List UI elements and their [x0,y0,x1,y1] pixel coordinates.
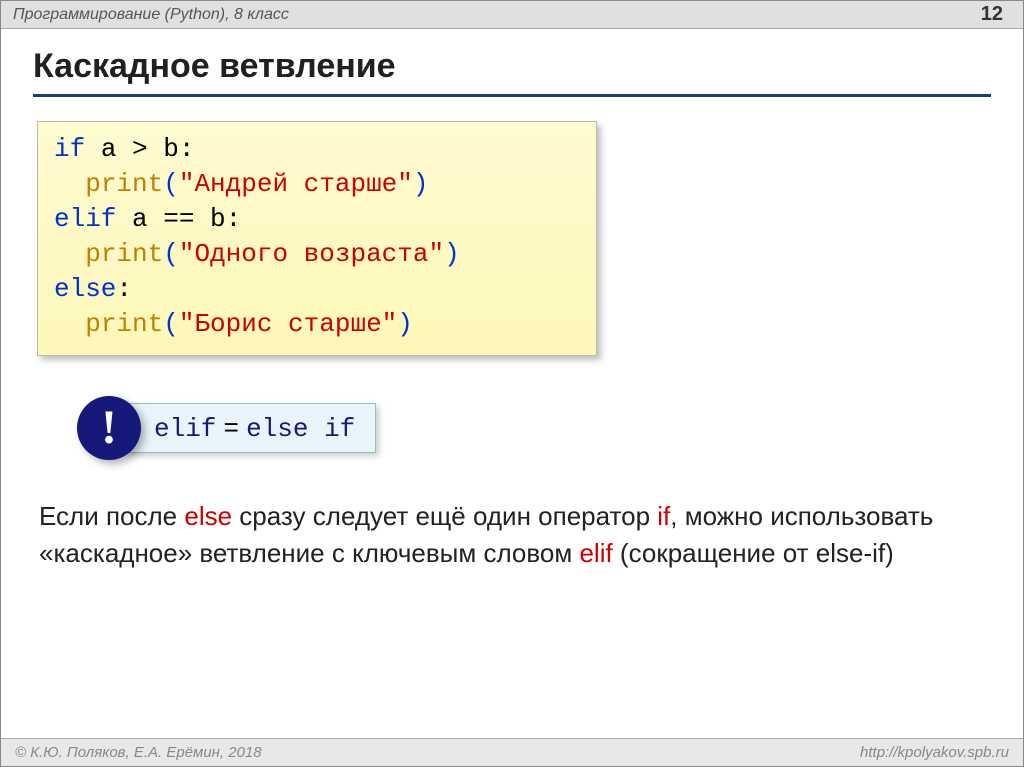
note-elif: elif [154,414,216,444]
text: сразу следует ещё один оператор [232,501,657,531]
string-literal: "Андрей старше" [179,169,413,199]
paren: ( [163,309,179,339]
footer-copyright: © К.Ю. Поляков, Е.А. Ерёмин, 2018 [15,744,860,761]
note-box: elif = else if [125,403,376,453]
text: Если после [39,501,184,531]
keyword-elif-inline: elif [579,538,612,568]
exclamation-icon: ! [77,396,141,460]
paren: ( [163,169,179,199]
code-line: print("Одного возраста") [54,237,580,272]
code-text: : [116,274,132,304]
slide-content: Каскадное ветвление if a > b: print("Анд… [1,29,1023,573]
func-print: print [85,239,163,269]
func-print: print [85,169,163,199]
code-line: print("Борис старше") [54,307,580,342]
code-line: else: [54,272,580,307]
string-literal: "Борис старше" [179,309,397,339]
keyword-if-inline: if [657,501,670,531]
slide-header: Программирование (Python), 8 класс 12 [1,1,1023,29]
header-title: Программирование (Python), 8 класс [13,6,981,24]
slide: Программирование (Python), 8 класс 12 Ка… [0,0,1024,767]
code-block: if a > b: print("Андрей старше") elif a … [37,121,597,356]
page-number: 12 [981,3,1003,26]
paren: ) [444,239,460,269]
paren: ) [397,309,413,339]
keyword-else: else [54,274,116,304]
page-title: Каскадное ветвление [33,41,991,97]
code-line: if a > b: [54,132,580,167]
keyword-elif: elif [54,204,116,234]
note-callout: ! elif = else if [77,396,991,460]
code-text: a > b: [85,134,194,164]
footer-url: http://kpolyakov.spb.ru [860,744,1009,761]
paren: ( [163,239,179,269]
text: (сокращение от else-if) [613,538,894,568]
keyword-if: if [54,134,85,164]
code-text: a == b: [116,204,241,234]
explanation-text: Если после else сразу следует ещё один о… [33,498,991,573]
slide-footer: © К.Ю. Поляков, Е.А. Ерёмин, 2018 http:/… [1,738,1023,766]
keyword-else-inline: else [184,501,232,531]
code-line: print("Андрей старше") [54,167,580,202]
string-literal: "Одного возраста" [179,239,444,269]
note-equals: = [216,412,246,442]
code-line: elif a == b: [54,202,580,237]
note-elseif: else if [246,414,355,444]
func-print: print [85,309,163,339]
paren: ) [413,169,429,199]
